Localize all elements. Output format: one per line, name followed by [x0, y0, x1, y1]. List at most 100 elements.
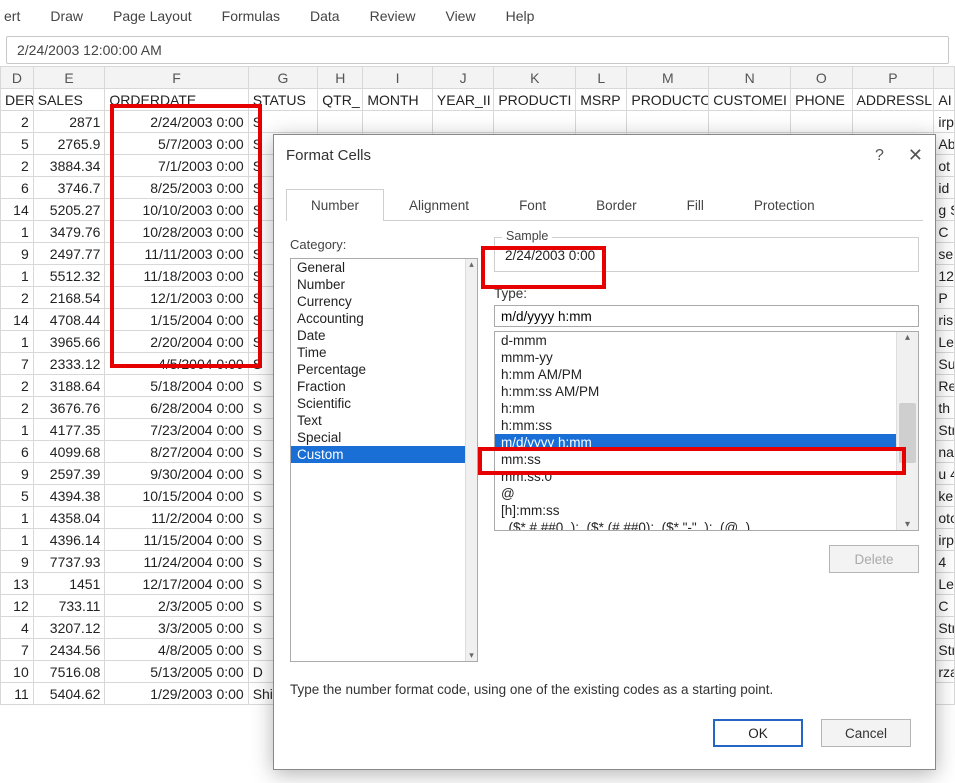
scroll-down-icon[interactable]: ▾	[469, 650, 474, 661]
cell[interactable]: 12/1/2003 0:00	[105, 287, 248, 309]
category-item[interactable]: Time	[291, 344, 465, 361]
cell[interactable]: 5404.62	[33, 683, 105, 705]
cell[interactable]: 7/1/2003 0:00	[105, 155, 248, 177]
tab-font[interactable]: Font	[494, 189, 571, 221]
column-header[interactable]: O	[791, 67, 852, 89]
cell[interactable]: 11/11/2003 0:00	[105, 243, 248, 265]
category-item[interactable]: General	[291, 259, 465, 276]
type-input[interactable]	[494, 305, 919, 327]
cell[interactable]: g S	[934, 199, 955, 221]
cell[interactable]: 4	[934, 551, 955, 573]
type-option[interactable]: _($* #,##0_);_($* (#,##0);_($* "-"_);_(@…	[495, 519, 896, 531]
cell[interactable]: oto	[934, 507, 955, 529]
type-option[interactable]: mm:ss	[495, 451, 896, 468]
formula-bar[interactable]: 2/24/2003 12:00:00 AM	[6, 36, 949, 64]
category-item[interactable]: Percentage	[291, 361, 465, 378]
cell[interactable]: 10/28/2003 0:00	[105, 221, 248, 243]
cell[interactable]: 4396.14	[33, 529, 105, 551]
data-header-cell[interactable]: ORDERDATE	[105, 89, 248, 111]
ribbon-tab-view[interactable]: View	[441, 6, 479, 26]
cell[interactable]: 2	[1, 397, 34, 419]
data-header-cell[interactable]: PHONE	[791, 89, 852, 111]
column-header[interactable]: G	[248, 67, 318, 89]
cell[interactable]: 13	[1, 573, 34, 595]
cell[interactable]: 5	[1, 133, 34, 155]
cell[interactable]: 7737.93	[33, 551, 105, 573]
delete-button[interactable]: Delete	[829, 545, 919, 573]
cell[interactable]: 2	[1, 155, 34, 177]
type-option[interactable]: mmm-yy	[495, 349, 896, 366]
cell[interactable]: 7/23/2004 0:00	[105, 419, 248, 441]
cell[interactable]: 10/10/2003 0:00	[105, 199, 248, 221]
cell[interactable]: 6/28/2004 0:00	[105, 397, 248, 419]
cell[interactable]: Str	[934, 617, 955, 639]
ribbon-tab-formulas[interactable]: Formulas	[218, 6, 284, 26]
ribbon-tab-help[interactable]: Help	[502, 6, 539, 26]
cell[interactable]: 1	[1, 507, 34, 529]
cell[interactable]: 1451	[33, 573, 105, 595]
cell[interactable]: Ab	[934, 133, 955, 155]
type-option[interactable]: h:mm:ss AM/PM	[495, 383, 896, 400]
cell[interactable]: 4708.44	[33, 309, 105, 331]
cell[interactable]: P	[934, 287, 955, 309]
cell[interactable]: rza	[934, 661, 955, 683]
cell[interactable]	[363, 111, 433, 133]
column-header[interactable]: F	[105, 67, 248, 89]
cell[interactable]: 7	[1, 353, 34, 375]
cell[interactable]: 2	[1, 287, 34, 309]
cell[interactable]: 1	[1, 221, 34, 243]
scroll-up-icon[interactable]: ▴	[905, 332, 910, 343]
data-header-cell[interactable]: YEAR_II	[432, 89, 493, 111]
type-option[interactable]: @	[495, 485, 896, 502]
ribbon-tab-ert[interactable]: ert	[0, 6, 24, 26]
cell[interactable]: Str	[934, 639, 955, 661]
column-header[interactable]: J	[432, 67, 493, 89]
cell[interactable]	[494, 111, 576, 133]
cell[interactable]: se	[934, 243, 955, 265]
category-scrollbar[interactable]: ▴ ▾	[465, 259, 477, 661]
ribbon-tab-data[interactable]: Data	[306, 6, 344, 26]
cell[interactable]: 1	[1, 419, 34, 441]
tab-number[interactable]: Number	[286, 189, 384, 221]
cell[interactable]: 4	[1, 617, 34, 639]
cell[interactable]: 1	[1, 529, 34, 551]
cell[interactable]	[627, 111, 709, 133]
category-item[interactable]: Scientific	[291, 395, 465, 412]
cell[interactable]: 9	[1, 243, 34, 265]
tab-fill[interactable]: Fill	[662, 189, 729, 221]
data-header-cell[interactable]: MONTH	[363, 89, 433, 111]
cell[interactable]	[791, 111, 852, 133]
type-option[interactable]: h:mm	[495, 400, 896, 417]
tab-border[interactable]: Border	[571, 189, 662, 221]
cell[interactable]: 11/18/2003 0:00	[105, 265, 248, 287]
data-header-cell[interactable]: SALES	[33, 89, 105, 111]
cell[interactable]: 2765.9	[33, 133, 105, 155]
cell[interactable]: 2333.12	[33, 353, 105, 375]
cell[interactable]: 9	[1, 463, 34, 485]
cell[interactable]	[852, 111, 934, 133]
category-item[interactable]: Currency	[291, 293, 465, 310]
cell[interactable]: 4177.35	[33, 419, 105, 441]
cell[interactable]: 1	[1, 265, 34, 287]
cell[interactable]: 12	[1, 595, 34, 617]
ok-button[interactable]: OK	[713, 719, 803, 747]
cell[interactable]: Su	[934, 353, 955, 375]
cell[interactable]: 12/17/2004 0:00	[105, 573, 248, 595]
type-option[interactable]: m/d/yyyy h:mm	[495, 434, 896, 451]
help-icon[interactable]: ?	[875, 147, 884, 165]
cell[interactable]: 7516.08	[33, 661, 105, 683]
data-header-cell[interactable]: PRODUCTO	[627, 89, 709, 111]
cell[interactable]: 10/15/2004 0:00	[105, 485, 248, 507]
cell[interactable]: 2597.39	[33, 463, 105, 485]
cell[interactable]: 2871	[33, 111, 105, 133]
cell[interactable]: Le	[934, 331, 955, 353]
data-header-cell[interactable]: MSRP	[576, 89, 627, 111]
type-option[interactable]: h:mm AM/PM	[495, 366, 896, 383]
cell[interactable]: 733.11	[33, 595, 105, 617]
cell[interactable]: 1	[1, 331, 34, 353]
cell[interactable]: 3676.76	[33, 397, 105, 419]
category-item[interactable]: Text	[291, 412, 465, 429]
cell[interactable]: irp	[934, 529, 955, 551]
cell[interactable]: 2434.56	[33, 639, 105, 661]
ribbon-tab-page-layout[interactable]: Page Layout	[109, 6, 196, 26]
